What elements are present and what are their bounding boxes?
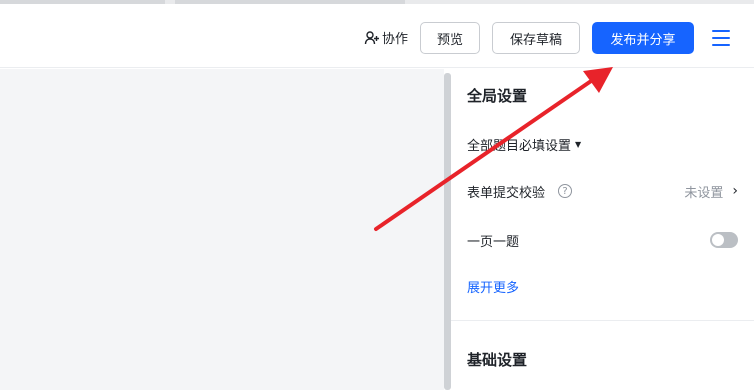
one-per-page-label: 一页一题 <box>467 234 520 250</box>
help-circle-icon[interactable]: ? <box>558 184 573 198</box>
basic-settings-title: 基础设置 <box>467 351 528 369</box>
one-per-page-setting: 一页一题 <box>467 227 738 253</box>
expand-more-link[interactable]: 展开更多 <box>467 277 519 296</box>
all-required-label: 全部题目必填设置 <box>467 138 572 154</box>
settings-panel: 全局设置 全部题目必填设置 ▼ 表单提交校验 ? 未设置 › 一页一题 展开更多… <box>451 69 754 390</box>
one-per-page-toggle[interactable] <box>710 232 738 248</box>
collaborate-label: 协作 <box>382 32 409 47</box>
collaborate-button[interactable]: 协作 <box>364 28 408 47</box>
publish-share-button[interactable]: 发布并分享 <box>592 22 694 54</box>
section-divider <box>451 320 754 321</box>
form-canvas <box>0 69 444 390</box>
preview-button[interactable]: 预览 <box>420 22 480 54</box>
chevron-right-icon: › <box>732 183 738 199</box>
add-user-icon <box>364 30 379 44</box>
submit-validation-value[interactable]: 未设置 › <box>684 182 738 201</box>
submit-validation-setting: 表单提交校验 ? 未设置 › <box>467 178 738 204</box>
top-toolbar: 协作 预览 保存草稿 发布并分享 <box>0 4 754 68</box>
caret-down-icon: ▼ <box>575 139 582 149</box>
submit-validation-label: 表单提交校验 <box>467 185 546 201</box>
toggle-knob <box>712 234 724 246</box>
all-required-setting[interactable]: 全部题目必填设置 ▼ <box>467 131 738 157</box>
submit-validation-status: 未设置 <box>684 185 724 201</box>
global-settings-title: 全局设置 <box>467 87 528 105</box>
menu-icon[interactable] <box>712 30 730 46</box>
save-draft-button[interactable]: 保存草稿 <box>492 22 580 54</box>
panel-scrollbar[interactable] <box>444 73 451 390</box>
expand-more-row: 展开更多 <box>467 273 738 299</box>
